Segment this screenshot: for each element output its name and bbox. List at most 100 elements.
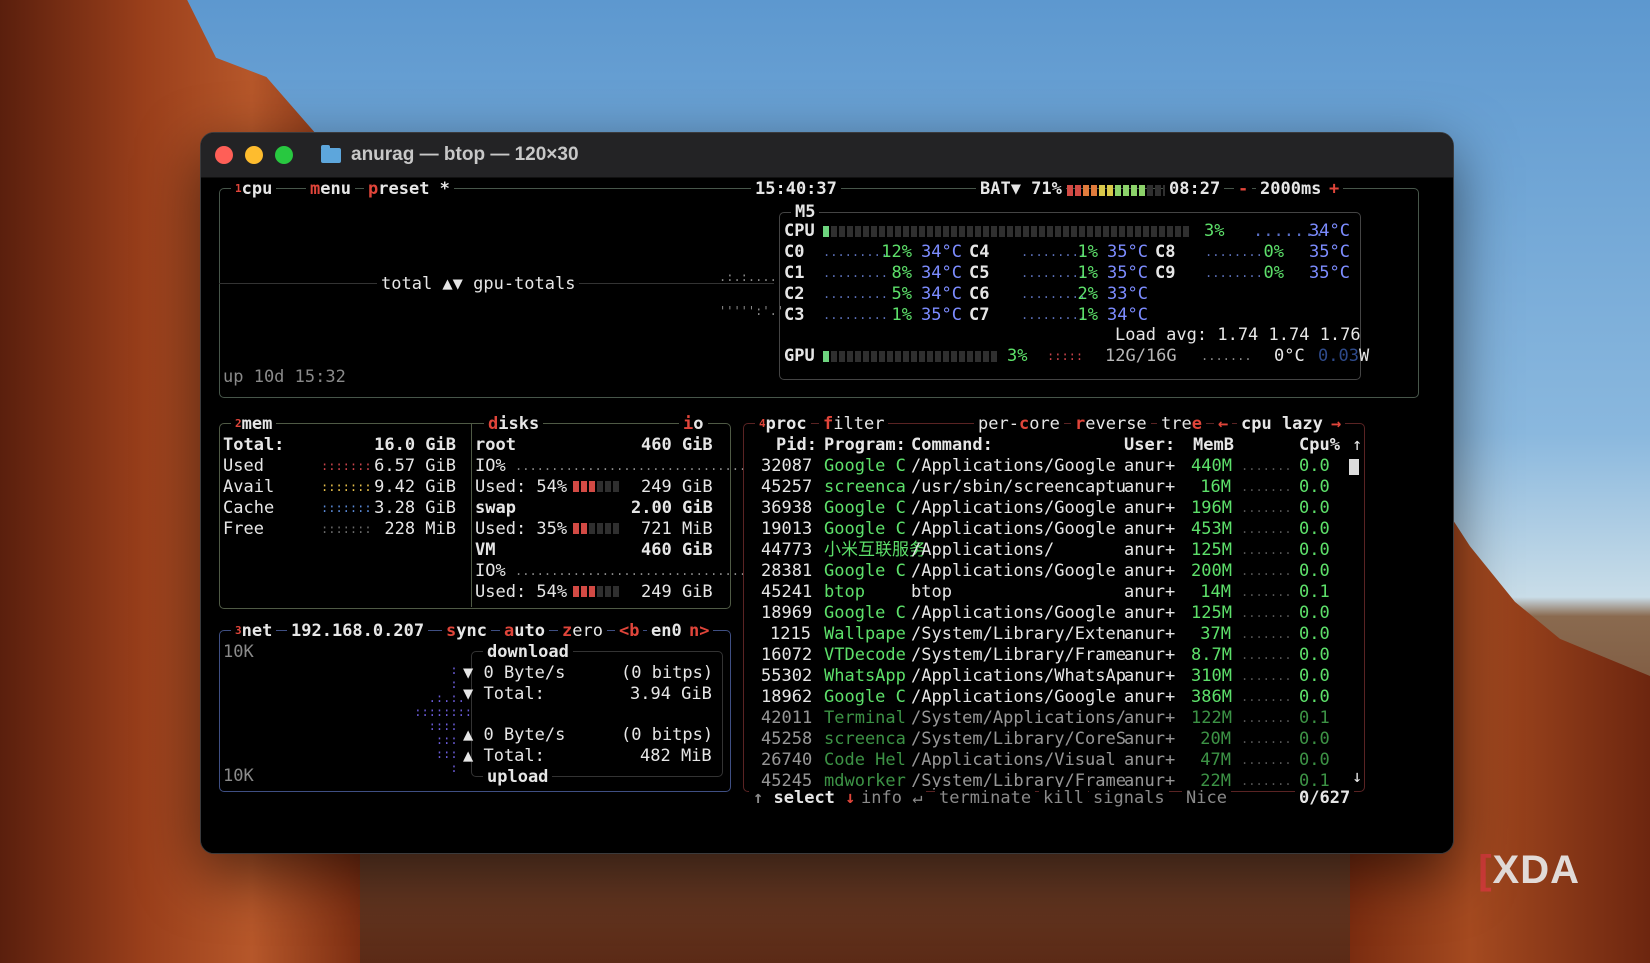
mem-row-value: 16.0 GiB xyxy=(374,435,456,455)
folder-icon xyxy=(321,144,341,163)
table-row[interactable]: 32087 Google C/Applications/Google anur+ 44… xyxy=(761,455,1361,477)
table-row[interactable]: 19013 Google C/Applications/Google anur+ 45… xyxy=(761,518,1361,540)
proc-cell-mem: 125M xyxy=(1191,540,1232,560)
bar-segment xyxy=(999,226,1005,237)
proc-cell-user: anur+ xyxy=(1124,708,1176,728)
disk-root-used-val: 249 GiB xyxy=(641,477,713,497)
bar-segment xyxy=(589,481,595,492)
proc-cell-command: /Applications/Google xyxy=(911,498,1116,518)
reverse-toggle[interactable]: reverse xyxy=(1071,413,1151,435)
table-row[interactable]: 55302 WhatsApp/Applications/WhatsAp anur+ 3… xyxy=(761,665,1361,687)
net-zero-toggle[interactable]: zero xyxy=(558,620,607,642)
load-average: Load avg: 1.74 1.74 1.76 xyxy=(1115,325,1361,345)
footer-select[interactable]: ↑ select ↓ xyxy=(749,787,860,809)
bar-segment xyxy=(983,226,989,237)
close-button[interactable] xyxy=(215,146,233,164)
table-row[interactable]: 45257 screenca/usr/sbin/screencaptu anur+ 1… xyxy=(761,476,1361,498)
col-user[interactable]: User: xyxy=(1124,434,1175,456)
net-auto-toggle[interactable]: auto xyxy=(500,620,549,642)
proc-cpu-sparkline: ....... xyxy=(1241,648,1292,662)
bar-segment xyxy=(879,226,885,237)
table-row[interactable]: 45258 screenca/System/Library/CoreS anur+ 2… xyxy=(761,728,1361,750)
sort-next-button[interactable]: → xyxy=(1327,413,1346,435)
sort-mode[interactable]: cpu lazy xyxy=(1237,413,1327,435)
scroll-up-icon[interactable]: ↑ xyxy=(1352,434,1362,456)
disk-root-size: 460 GiB xyxy=(641,435,713,455)
net-scale-bottom: 10K xyxy=(223,766,254,786)
interval-increase[interactable]: + xyxy=(1325,178,1344,200)
minimize-button[interactable] xyxy=(245,146,263,164)
proc-box-label[interactable]: 4proc xyxy=(755,413,811,435)
mem-disk-divider xyxy=(471,423,472,607)
disk-swap-used-val: 721 MiB xyxy=(641,519,713,539)
core-pct: 2% xyxy=(1077,284,1098,304)
net-sync-toggle[interactable]: sync xyxy=(442,620,491,642)
tree-toggle[interactable]: tree xyxy=(1157,413,1206,435)
footer-kill[interactable]: kill xyxy=(1039,787,1088,809)
bar-segment xyxy=(613,586,619,597)
table-row[interactable]: 26740 Code Hel/Applications/Visual anur+ 47… xyxy=(761,749,1361,771)
footer-terminate[interactable]: terminate xyxy=(935,787,1036,809)
table-row[interactable]: 45241 btop btop anur+ 14M 0.1....... xyxy=(761,581,1361,603)
bar-segment xyxy=(1167,226,1173,237)
table-row[interactable]: 42011 Terminal/System/Applications/anur+ 1… xyxy=(761,707,1361,729)
mem-box-label[interactable]: 2mem xyxy=(231,413,277,435)
gpu-label: GPU xyxy=(784,346,815,366)
table-row[interactable]: 18962 Google C/Applications/Google anur+ 38… xyxy=(761,686,1361,708)
col-program[interactable]: Program: xyxy=(824,434,906,456)
table-row[interactable]: 16072 VTDecode/System/Library/Frame anur+ 8… xyxy=(761,644,1361,666)
net-box-label[interactable]: 3net xyxy=(231,620,277,642)
io-toggle[interactable]: io xyxy=(679,413,708,435)
bar-segment xyxy=(967,226,973,237)
zoom-button[interactable] xyxy=(275,146,293,164)
cpu-box-label[interactable]: 1cpu xyxy=(231,178,277,200)
proc-cell-cpu: 0.0 xyxy=(1299,729,1330,749)
proc-cell-mem: 125M xyxy=(1191,603,1232,623)
per-core-toggle[interactable]: per-core xyxy=(974,413,1064,435)
col-pid[interactable]: Pid: xyxy=(776,434,817,456)
footer-nice[interactable]: Nice xyxy=(1182,787,1231,809)
mem-row-value: 228 MiB xyxy=(384,519,456,539)
col-mem[interactable]: MemB xyxy=(1193,434,1234,456)
preset-button[interactable]: preset * xyxy=(364,178,454,200)
table-row[interactable]: 18969 Google C/Applications/Google anur+ 12… xyxy=(761,602,1361,624)
table-row[interactable]: 1215 Wallpape/System/Library/Exten anur+ 37… xyxy=(761,623,1361,645)
sort-prev-button[interactable]: ← xyxy=(1214,413,1233,435)
disk-vm-used: Used: 54% xyxy=(475,582,568,602)
bar-segment xyxy=(1119,226,1125,237)
net-prev-iface[interactable]: <b xyxy=(615,620,644,642)
gpu-sparkline: ....... xyxy=(1201,349,1252,363)
disk-vm-used-val: 249 GiB xyxy=(641,582,713,602)
menu-button[interactable]: menu xyxy=(306,178,355,200)
col-command[interactable]: Command: xyxy=(911,434,993,456)
interval-decrease[interactable]: - xyxy=(1234,178,1253,200)
table-row[interactable]: 28381 Google C/Applications/Google anur+ 20… xyxy=(761,560,1361,582)
net-dl-rate: ▼ 0 Byte/s xyxy=(463,663,566,683)
proc-cell-command: /Applications/Google xyxy=(911,687,1116,707)
bar-segment xyxy=(581,523,587,534)
disk-vm-size: 460 GiB xyxy=(641,540,713,560)
col-cpu[interactable]: Cpu% xyxy=(1299,434,1340,456)
disk-root-io: IO% xyxy=(475,456,506,476)
bar-segment xyxy=(871,226,877,237)
table-row[interactable]: 36938 Google C/Applications/Google anur+ 19… xyxy=(761,497,1361,519)
battery-time: 08:27 xyxy=(1165,178,1225,200)
proc-filter-button[interactable]: filter xyxy=(819,413,889,435)
disks-label[interactable]: disks xyxy=(484,413,544,435)
net-next-iface[interactable]: n> xyxy=(685,620,714,642)
footer-info[interactable]: info ↵ xyxy=(857,787,927,809)
core-pct: 1% xyxy=(891,305,912,325)
proc-cell-user: anur+ xyxy=(1124,477,1176,497)
cpu-graph-label[interactable]: total ▲▼ gpu-totals xyxy=(377,273,580,295)
proc-cell-command: /Applications/Google xyxy=(911,456,1116,476)
table-row[interactable]: 44773 小米互联服务/Applications/anur+ 125M 0.0...… xyxy=(761,539,1361,561)
footer-signals[interactable]: signals xyxy=(1089,787,1169,809)
proc-cell-cpu: 0.0 xyxy=(1299,645,1330,665)
bar-segment xyxy=(1103,226,1109,237)
mem-row-meter: ::::::: xyxy=(321,501,372,515)
proc-cell-pid: 26740 xyxy=(761,750,813,770)
proc-cell-mem: 122M xyxy=(1191,708,1232,728)
core-temp: 35°C xyxy=(1309,263,1350,283)
proc-cell-cpu: 0.0 xyxy=(1299,561,1330,581)
disk-root-name: root xyxy=(475,435,516,455)
